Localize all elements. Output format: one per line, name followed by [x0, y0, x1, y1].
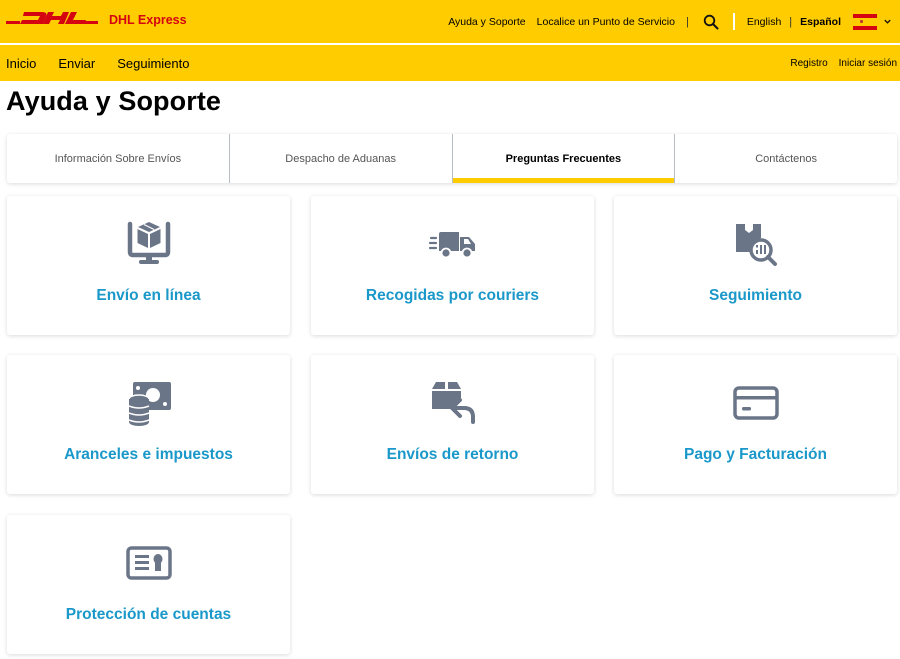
card-account-protection[interactable]: Protección de cuentas: [7, 515, 290, 654]
card-label: Recogidas por couriers: [365, 287, 540, 304]
tab-customs-clearance[interactable]: Despacho de Aduanas: [228, 134, 452, 183]
card-label: Envío en línea: [96, 287, 201, 304]
main-nav: Inicio Enviar Seguimiento Registro Inici…: [0, 45, 900, 81]
card-duties-taxes[interactable]: Aranceles e impuestos: [7, 355, 290, 494]
page-title: Ayuda y Soporte: [6, 86, 222, 116]
card-online-shipping[interactable]: Envío en línea: [7, 196, 290, 335]
delivery-truck-icon: [428, 232, 475, 259]
locate-service-point-link[interactable]: Localice un Punto de Servicio: [537, 16, 675, 28]
separator: [732, 13, 735, 30]
language-english[interactable]: English: [747, 16, 781, 28]
nav-item-inicio[interactable]: Inicio: [6, 56, 36, 71]
id-card-icon: [125, 546, 172, 580]
card-label: Protección de cuentas: [65, 606, 232, 623]
dhl-logo[interactable]: [6, 10, 98, 27]
nav-item-seguimiento[interactable]: Seguimiento: [117, 56, 189, 71]
package-search-icon: [735, 224, 777, 266]
separator: |: [685, 15, 689, 28]
tab-contact[interactable]: Contáctenos: [674, 134, 897, 183]
card-return-shipments[interactable]: Envíos de retorno: [311, 355, 594, 494]
spain-flag-icon[interactable]: [853, 13, 877, 30]
chevron-down-icon[interactable]: [883, 17, 892, 26]
nav-item-enviar[interactable]: Enviar: [58, 56, 95, 71]
tab-bar: Información Sobre Envíos Despacho de Adu…: [7, 134, 897, 183]
card-label: Aranceles e impuestos: [64, 446, 233, 463]
card-label: Envíos de retorno: [386, 446, 519, 463]
search-icon[interactable]: [703, 14, 719, 30]
tab-shipping-info[interactable]: Información Sobre Envíos: [7, 134, 229, 183]
card-payment-billing[interactable]: Pago y Facturación: [614, 355, 897, 494]
monitor-package-icon: [127, 221, 170, 264]
tab-faq[interactable]: Preguntas Frecuentes: [451, 134, 675, 183]
login-link[interactable]: Iniciar sesión: [839, 58, 897, 69]
credit-card-icon: [732, 386, 779, 420]
utility-links: Ayuda y Soporte Localice un Punto de Ser…: [448, 0, 892, 43]
card-courier-pickups[interactable]: Recogidas por couriers: [311, 196, 594, 335]
brand-name: DHL Express: [109, 13, 187, 27]
help-support-link[interactable]: Ayuda y Soporte: [448, 16, 525, 28]
separator: |: [789, 15, 793, 28]
top-header: DHL Express Ayuda y Soporte Localice un …: [0, 0, 900, 43]
package-return-icon: [431, 382, 475, 424]
register-link[interactable]: Registro: [790, 58, 827, 69]
card-tracking[interactable]: Seguimiento: [614, 196, 897, 335]
money-coins-icon: [127, 382, 171, 426]
language-spanish[interactable]: Español: [800, 16, 841, 28]
card-label: Seguimiento: [708, 287, 802, 304]
card-label: Pago y Facturación: [684, 446, 827, 463]
